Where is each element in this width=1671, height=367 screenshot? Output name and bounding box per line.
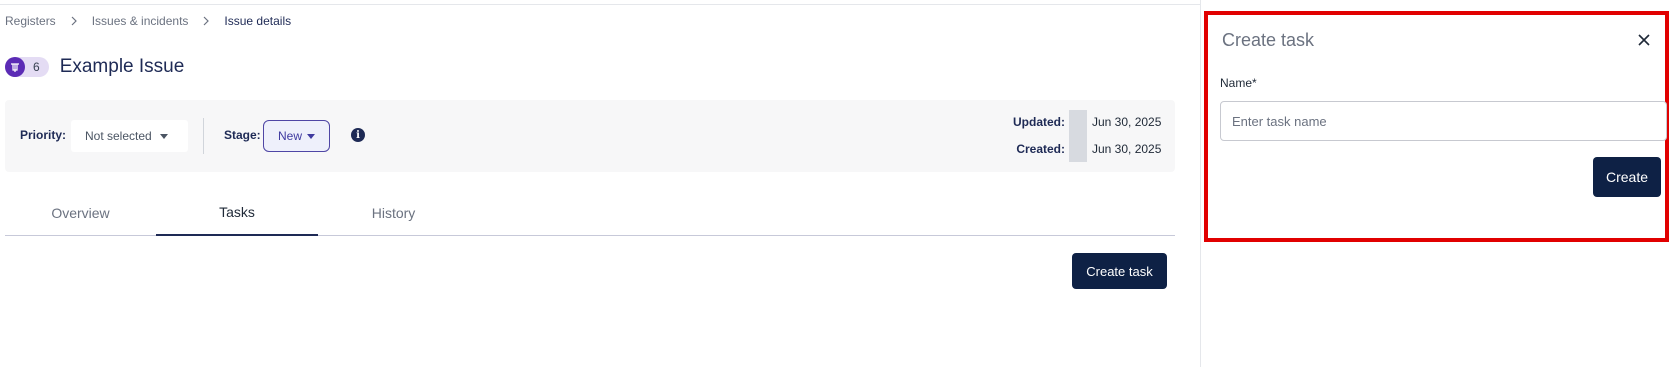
issue-type-icon [5,57,25,77]
stage-label: Stage: [224,128,261,142]
panel-title: Create task [1222,30,1315,50]
close-icon[interactable] [1635,31,1653,49]
dates-marker [1069,110,1087,162]
breadcrumb-current: Issue details [224,14,292,28]
issue-details-page: Registers Issues & incidents Issue detai… [0,0,1200,367]
info-icon[interactable]: i [351,128,365,142]
create-task-panel: Create task Name* Create [1204,11,1669,242]
caret-down-icon [307,133,315,139]
tab-tasks[interactable]: Tasks [156,190,318,236]
chevron-right-icon [202,16,210,26]
updated-label: Updated: [1013,115,1065,129]
caret-down-icon [159,133,168,139]
page-title: Example Issue [59,56,185,77]
info-bar-divider [203,118,204,154]
issue-id-badge: 6 [5,57,49,77]
breadcrumb-registers[interactable]: Registers [5,14,56,28]
create-task-button[interactable]: Create task [1072,253,1167,289]
tab-history[interactable]: History [318,190,469,236]
priority-label: Priority: [20,128,67,142]
create-button[interactable]: Create [1593,157,1661,197]
breadcrumb: Registers Issues & incidents Issue detai… [5,14,291,28]
stage-value: New [277,129,302,143]
issue-header: 6 Example Issue [5,56,184,78]
created-label: Created: [1016,142,1065,156]
issue-info-bar: Priority: Not selected Stage: New i Upda… [5,100,1175,172]
panel-divider [1200,0,1201,367]
created-value: Jun 30, 2025 [1092,142,1162,156]
priority-dropdown[interactable]: Not selected [71,120,188,152]
chevron-right-icon [70,16,78,26]
tab-bar: Overview Tasks History [5,190,1175,236]
priority-value: Not selected [85,129,152,143]
stage-dropdown[interactable]: New [263,120,330,152]
tab-overview[interactable]: Overview [5,190,156,236]
updated-value: Jun 30, 2025 [1092,115,1162,129]
breadcrumb-issues-incidents[interactable]: Issues & incidents [92,14,189,28]
issue-count: 6 [33,60,40,74]
task-name-label: Name* [1220,76,1257,90]
task-name-input[interactable] [1220,101,1667,141]
